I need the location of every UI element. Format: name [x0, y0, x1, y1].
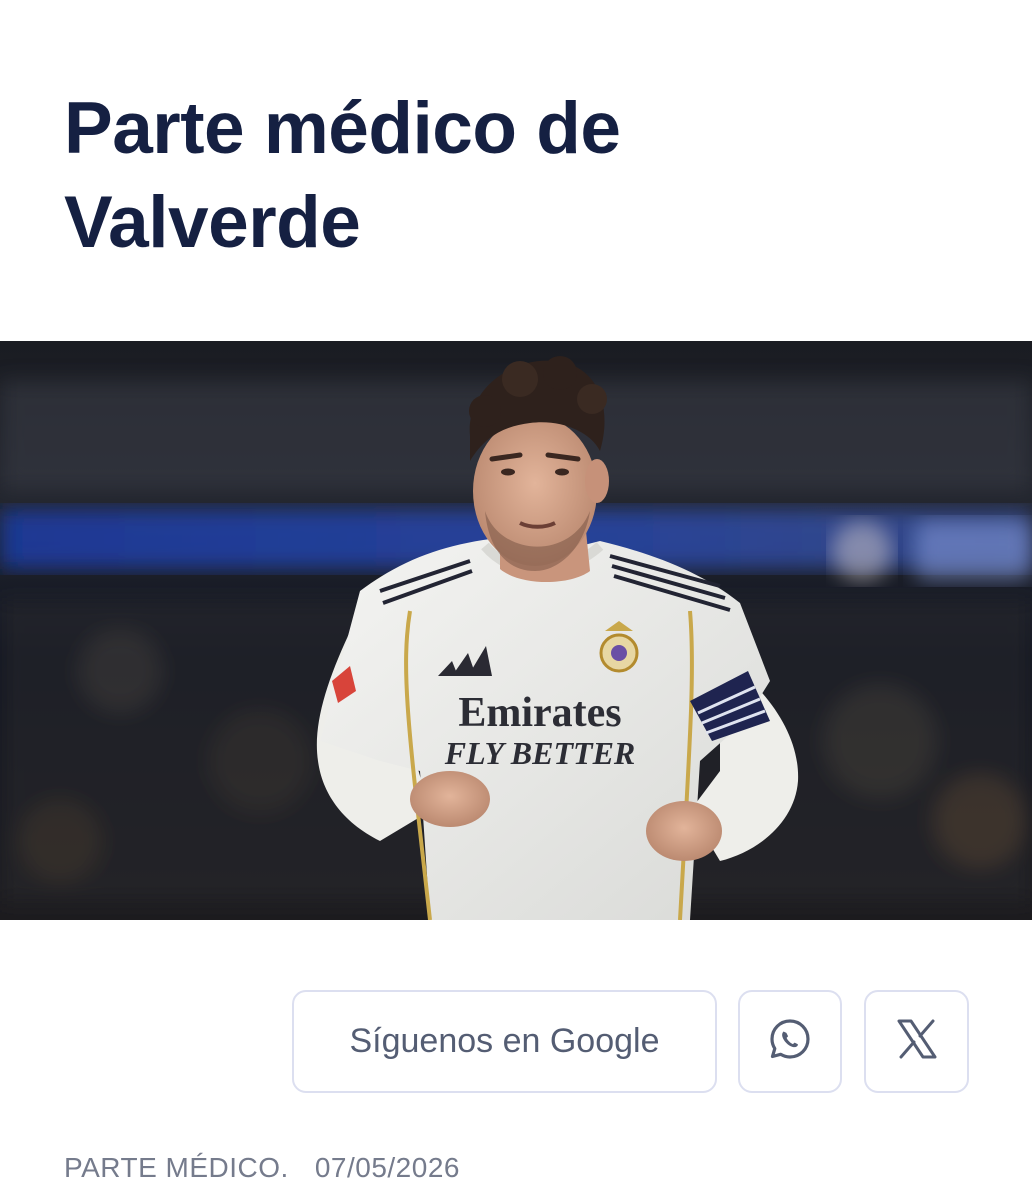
hero-image: Emirates FLY BETTER [0, 341, 1032, 920]
share-whatsapp-button[interactable] [738, 990, 842, 1093]
article-category[interactable]: PARTE MÉDICO. [64, 1152, 289, 1184]
follow-google-label: Síguenos en Google [349, 1022, 660, 1060]
whatsapp-icon [767, 1016, 813, 1067]
article-title-line-2: Valverde [64, 182, 361, 263]
follow-google-button[interactable]: Síguenos en Google [292, 990, 717, 1093]
article-title: Parte médico de Valverde [64, 82, 964, 270]
sponsor-text-line-1: Emirates [458, 690, 621, 736]
sponsor-text-line-2: FLY BETTER [444, 735, 636, 771]
article-title-line-1: Parte médico de [64, 88, 621, 169]
article-date: 07/05/2026 [314, 1152, 460, 1183]
share-x-button[interactable] [864, 990, 969, 1093]
x-icon [896, 1019, 938, 1064]
article-meta: PARTE MÉDICO. 07/05/2026 [64, 1148, 460, 1188]
